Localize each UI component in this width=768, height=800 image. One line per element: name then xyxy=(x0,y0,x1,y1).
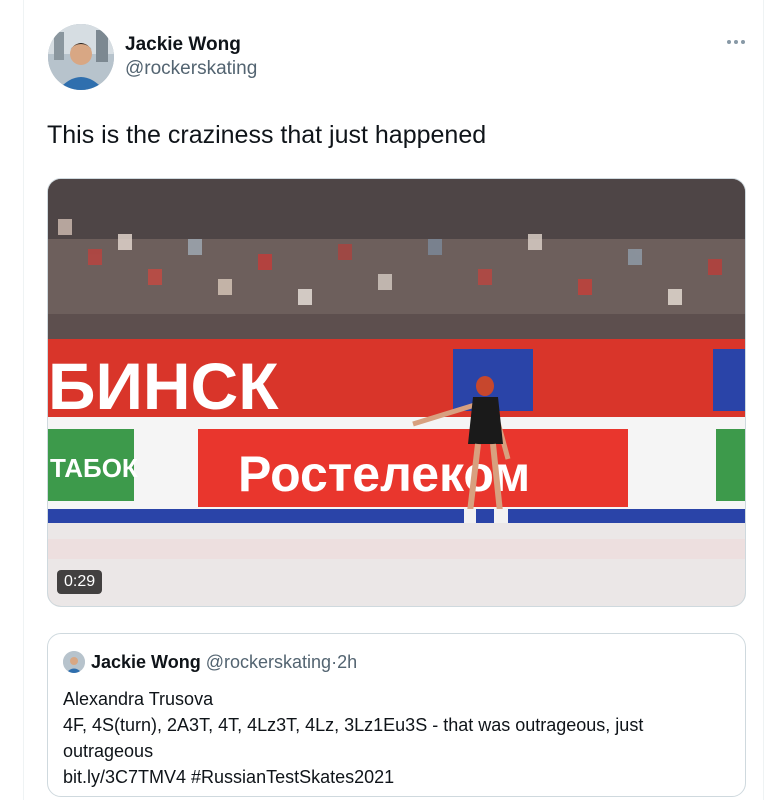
quoted-author-avatar xyxy=(63,651,85,673)
tweet-text: This is the craziness that just happened xyxy=(47,121,487,149)
quoted-line: outrageous xyxy=(63,741,154,761)
quoted-tweet-text: Alexandra Trusova 4F, 4S(turn), 2A3T, 4T… xyxy=(63,686,723,790)
quoted-line: Alexandra Trusova xyxy=(63,689,214,709)
tweet-card[interactable]: Jackie Wong @rockerskating This is the c… xyxy=(23,0,764,800)
video-player[interactable]: БИНСК ТАБОК Ростелеком 0:29 xyxy=(47,178,746,607)
board-main-text: Ростелеком xyxy=(238,446,530,502)
avatar-image xyxy=(48,24,114,90)
author-display-name[interactable]: Jackie Wong xyxy=(125,34,241,56)
more-horizontal-icon[interactable] xyxy=(724,30,748,54)
quoted-author-name: Jackie Wong xyxy=(91,652,201,672)
board-left-text: ТАБОК xyxy=(50,453,138,483)
quoted-tweet-header: Jackie Wong @rockerskating·2h xyxy=(91,652,357,673)
video-frame: БИНСК ТАБОК Ростелеком xyxy=(48,179,745,606)
video-duration-badge: 0:29 xyxy=(57,570,103,594)
quoted-timestamp: 2h xyxy=(337,652,358,672)
quoted-author-handle: @rockerskating xyxy=(205,652,332,672)
author-handle[interactable]: @rockerskating xyxy=(125,58,257,80)
banner-left-text: БИНСК xyxy=(48,349,279,423)
quoted-line: 4F, 4S(turn), 2A3T, 4T, 4Lz3T, 4Lz, 3Lz1… xyxy=(63,715,644,735)
quoted-line: bit.ly/3C7TMV4 #RussianTestSkates2021 xyxy=(63,767,395,787)
quoted-tweet[interactable]: Jackie Wong @rockerskating·2h Alexandra … xyxy=(47,633,746,797)
author-avatar[interactable] xyxy=(48,24,114,90)
